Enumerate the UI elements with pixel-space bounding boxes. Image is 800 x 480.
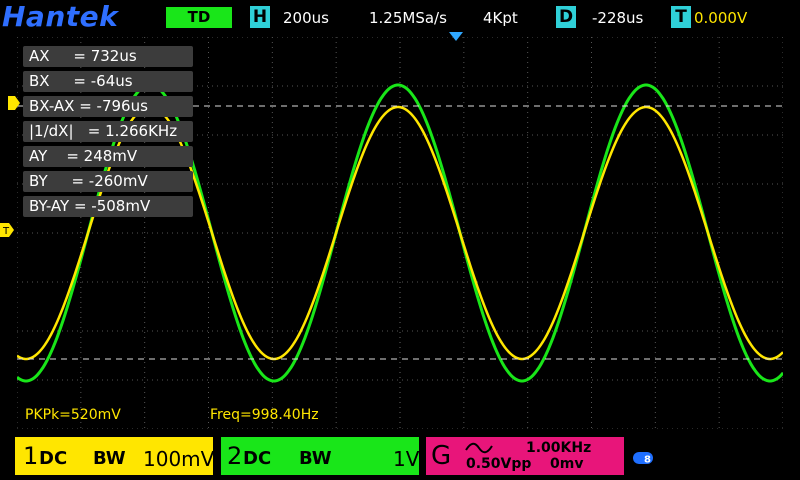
top-status-bar: Hantek TD H 200us 1.25MSa/s 4Kpt D -228u…: [0, 0, 800, 36]
channel-2-panel[interactable]: 2 DC BW 1V: [221, 437, 419, 475]
trigger-level[interactable]: 0.000V: [694, 9, 747, 27]
timebase-value[interactable]: 200us: [283, 9, 329, 27]
channel-2-number: 2: [227, 442, 243, 470]
freq-readout: Freq=998.40Hz: [210, 407, 319, 423]
channel-1-scale: 100mV: [143, 447, 215, 471]
measurement-bx-ax: BX-AX = -796us: [23, 96, 193, 117]
channel-marker[interactable]: [8, 96, 20, 110]
memory-depth[interactable]: 4Kpt: [483, 9, 518, 27]
measurement-by-ay: BY-AY = -508mV: [23, 196, 193, 217]
channel-2-scale: 1V: [393, 447, 420, 471]
channel-1-panel[interactable]: 1 DC BW 100mV: [15, 437, 215, 475]
svg-text:T: T: [2, 226, 10, 237]
channel-1-bw: BW: [93, 448, 126, 469]
generator-amplitude: 0.50Vpp: [466, 456, 532, 472]
trigger-position-icon[interactable]: [449, 32, 463, 42]
brand-logo: Hantek: [2, 0, 119, 33]
sample-rate: 1.25MSa/s: [369, 9, 447, 27]
channel-2-bw: BW: [299, 448, 332, 469]
measurement-ay: AY = 248mV: [23, 146, 193, 167]
measurement-by: BY = -260mV: [23, 171, 193, 192]
channel-1-number: 1: [23, 442, 39, 470]
measurement-ax: AX = 732us: [23, 46, 193, 67]
svg-text:8: 8: [644, 455, 651, 466]
timebase-icon: H: [250, 6, 270, 28]
generator-offset: 0mv: [550, 456, 584, 472]
sine-wave-icon: [465, 442, 493, 454]
pkpk-readout: PKPk=520mV: [25, 407, 121, 423]
generator-panel[interactable]: G 1.00KHz 0.50Vpp 0mv: [426, 437, 624, 475]
trigger-mode-badge[interactable]: TD: [166, 7, 232, 28]
delay-value[interactable]: -228us: [592, 9, 643, 27]
delay-icon: D: [556, 6, 576, 28]
generator-frequency: 1.00KHz: [526, 440, 592, 456]
trigger-icon: T: [671, 6, 691, 28]
generator-label: G: [431, 441, 452, 471]
trigger-level-marker[interactable]: T: [0, 223, 14, 237]
usb-icon: 8: [633, 452, 653, 466]
measurement-bx: BX = -64us: [23, 71, 193, 92]
measurement-inverse-dx: |1/dX| = 1.266KHz: [23, 121, 193, 142]
channel-2-coupling: DC: [243, 448, 272, 469]
channel-1-coupling: DC: [39, 448, 68, 469]
